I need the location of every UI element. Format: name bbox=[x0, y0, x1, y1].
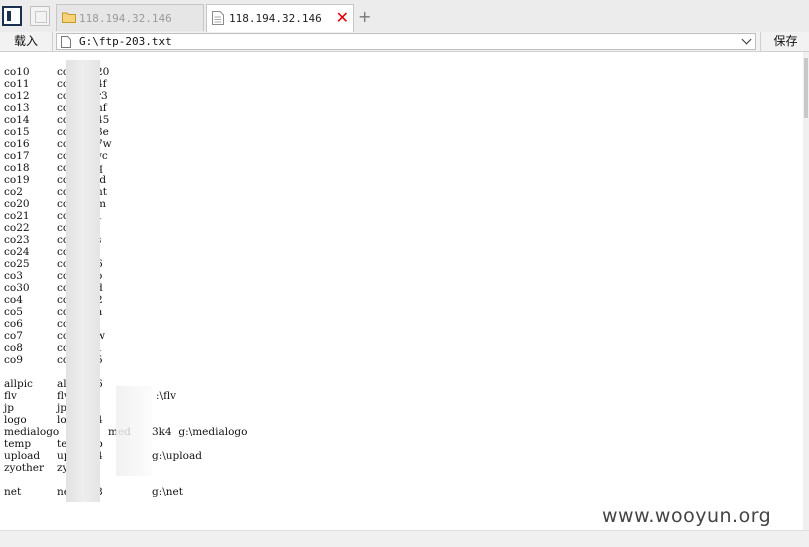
text-line: co20co2m bbox=[4, 198, 106, 210]
line-col-1: co5 bbox=[4, 306, 23, 318]
text-line: co6co6l bbox=[4, 318, 99, 330]
horizontal-scrollbar[interactable] bbox=[0, 530, 809, 547]
text-line: co5co5a bbox=[4, 306, 102, 318]
text-line: co16 co 7w bbox=[4, 138, 112, 150]
file-path-select[interactable]: G:\ftp-203.txt bbox=[56, 33, 756, 50]
line-col-1: co19 bbox=[4, 174, 30, 186]
text-line: co18coq bbox=[4, 162, 103, 174]
text-line: jpjp3 bbox=[4, 402, 74, 414]
line-col-1: co8 bbox=[4, 342, 23, 354]
new-tab-icon[interactable]: + bbox=[358, 7, 371, 26]
load-button[interactable]: 载入 bbox=[0, 32, 53, 51]
line-col-1: co18 bbox=[4, 162, 30, 174]
redaction-blur bbox=[66, 60, 100, 502]
line-col-1: co13 bbox=[4, 102, 30, 114]
tab-label: 118.194.32.146 bbox=[229, 12, 322, 25]
text-line: co25co26 bbox=[4, 258, 103, 270]
text-line: co15 co 3e bbox=[4, 126, 109, 138]
line-col-1: flv bbox=[4, 390, 17, 402]
line-col-3: :\flv bbox=[156, 390, 177, 402]
close-tab-icon[interactable]: ✕ bbox=[336, 8, 349, 27]
line-col-1: co21 bbox=[4, 210, 30, 222]
line-col-1: co23 bbox=[4, 234, 30, 246]
line-col-3: 3k4 g:\medialogo bbox=[152, 426, 248, 438]
text-line: logolog4 bbox=[4, 414, 103, 426]
text-line: allpicall6 bbox=[4, 378, 103, 390]
panel-toggle-icon[interactable] bbox=[2, 6, 22, 26]
text-line: co8co81 bbox=[4, 342, 103, 354]
line-col-1: co11 bbox=[4, 78, 30, 90]
toolbar: 载入 G:\ftp-203.txt 保存 bbox=[0, 32, 809, 52]
text-line: uploadupl4g:\upload bbox=[4, 450, 202, 462]
line-col-1: allpic bbox=[4, 378, 33, 390]
text-line: co2 co nt bbox=[4, 186, 107, 198]
text-line: co14 co 45 bbox=[4, 114, 109, 126]
folder-icon bbox=[62, 12, 76, 23]
text-line: co4co42 bbox=[4, 294, 103, 306]
text-line: co24co2l bbox=[4, 246, 99, 258]
line-col-3: g:\upload bbox=[152, 450, 202, 462]
line-col-1: medialogo bbox=[4, 426, 60, 438]
line-col-1: logo bbox=[4, 414, 27, 426]
tab-label: 118.194.32.146 bbox=[79, 12, 172, 25]
save-button[interactable]: 保存 bbox=[760, 32, 809, 51]
text-line: co11 co 4f bbox=[4, 78, 107, 90]
line-col-1: upload bbox=[4, 450, 41, 462]
line-col-1: co14 bbox=[4, 114, 30, 126]
line-col-1: co10 bbox=[4, 66, 30, 78]
file-icon bbox=[61, 36, 71, 48]
line-col-1: co7 bbox=[4, 330, 23, 342]
redaction-blur bbox=[116, 386, 152, 476]
line-col-1: co6 bbox=[4, 318, 23, 330]
text-line: co23co2s bbox=[4, 234, 101, 246]
line-col-1: co16 bbox=[4, 138, 30, 150]
line-col-1: co17 bbox=[4, 150, 30, 162]
chevron-down-icon[interactable] bbox=[741, 34, 752, 45]
text-line: flv flv:\flv bbox=[4, 390, 176, 402]
vertical-scrollbar[interactable] bbox=[803, 52, 809, 530]
secondary-panel-icon[interactable] bbox=[30, 6, 50, 26]
text-line: co3co3o bbox=[4, 270, 102, 282]
line-col-1: co9 bbox=[4, 354, 23, 366]
line-col-1: temp bbox=[4, 438, 32, 450]
text-line: co22co2j bbox=[4, 222, 99, 234]
line-col-1: co30 bbox=[4, 282, 30, 294]
line-col-1: co12 bbox=[4, 90, 30, 102]
line-col-1: co2 bbox=[4, 186, 23, 198]
file-path-value: G:\ftp-203.txt bbox=[79, 35, 172, 48]
line-col-1: zyother bbox=[4, 462, 45, 474]
text-line: co19 co id bbox=[4, 174, 106, 186]
text-line: co12 co r3 bbox=[4, 90, 108, 102]
text-line: medialogomed3k4 g:\medialogo bbox=[4, 426, 247, 438]
text-line: netnet8g:\net bbox=[4, 486, 183, 498]
text-line: co7co7w bbox=[4, 330, 105, 342]
text-line: temptemp bbox=[4, 438, 103, 450]
tab-bar: 118.194.32.146 118.194.32.146 ✕ + bbox=[0, 0, 809, 33]
watermark: www.wooyun.org bbox=[602, 505, 772, 527]
line-col-3: g:\net bbox=[152, 486, 183, 498]
tab-inactive[interactable]: 118.194.32.146 bbox=[56, 4, 204, 31]
line-col-1: co20 bbox=[4, 198, 30, 210]
document-icon bbox=[212, 11, 224, 25]
text-line: zyotherzyoj bbox=[4, 462, 99, 474]
line-col-1: co4 bbox=[4, 294, 23, 306]
text-line: co9co95 bbox=[4, 354, 103, 366]
text-line: co13 co nf bbox=[4, 102, 107, 114]
tab-active[interactable]: 118.194.32.146 ✕ bbox=[206, 4, 354, 32]
line-col-1: net bbox=[4, 486, 22, 498]
line-col-1: co15 bbox=[4, 126, 30, 138]
line-col-1: co3 bbox=[4, 270, 23, 282]
line-col-1: co25 bbox=[4, 258, 30, 270]
line-col-1: co24 bbox=[4, 246, 30, 258]
text-line: co10 co 20 bbox=[4, 66, 109, 78]
text-line: co30co3d bbox=[4, 282, 103, 294]
line-col-1: co22 bbox=[4, 222, 30, 234]
line-col-1: jp bbox=[4, 402, 14, 414]
text-line: co21co21 bbox=[4, 210, 103, 222]
text-line: co17 co vc bbox=[4, 150, 108, 162]
